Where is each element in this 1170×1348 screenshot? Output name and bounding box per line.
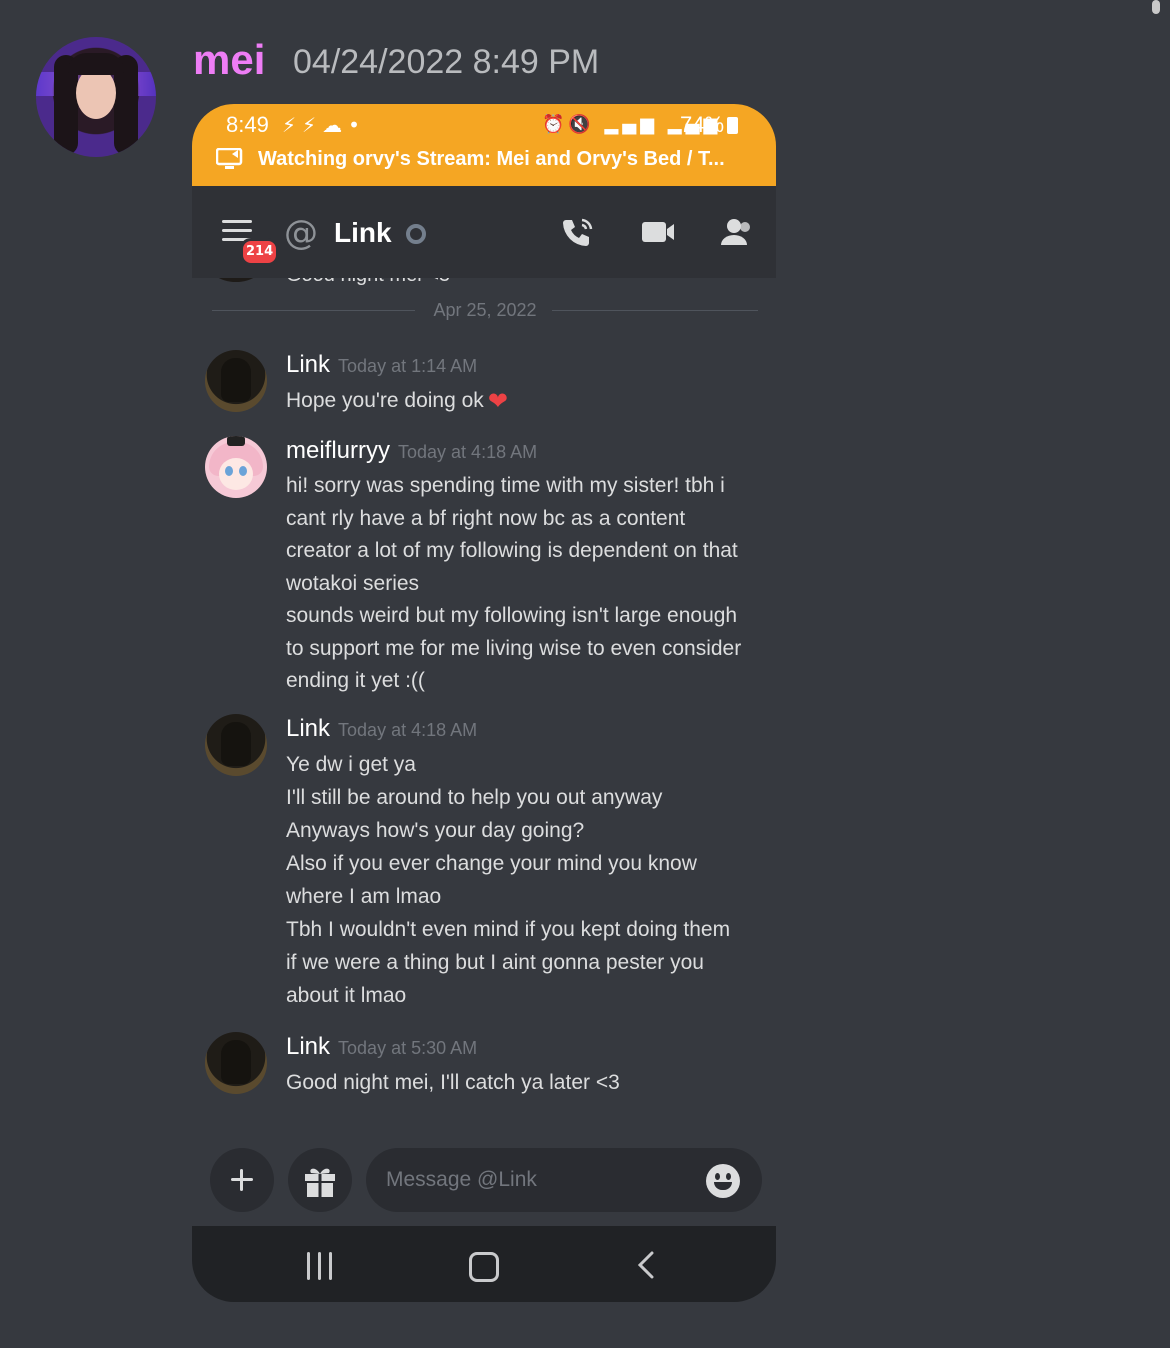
message-timestamp: Today at 5:30 AM (338, 1038, 478, 1058)
cutoff-message: Good night mei <3 (286, 278, 450, 290)
heart-icon: ❤ (487, 388, 508, 415)
page-scrollbar[interactable] (1152, 0, 1160, 14)
date-divider-label: Apr 25, 2022 (433, 300, 537, 320)
message-text: Tbh I wouldn't even mind if you kept doi… (286, 918, 731, 941)
message-text: Ye dw i get ya (286, 753, 416, 776)
phone-call-icon[interactable] (560, 216, 596, 248)
post-author-avatar[interactable] (36, 37, 156, 157)
message-text: hi! sorry was spending time with my sist… (286, 474, 725, 497)
dm-recipient-name[interactable]: Link (334, 214, 392, 252)
message-author[interactable]: Link (286, 351, 330, 378)
stream-notification-text[interactable]: Watching orvy's Stream: Mei and Orvy's B… (258, 144, 758, 174)
message-composer (192, 1140, 776, 1226)
video-camera-icon[interactable] (640, 216, 676, 248)
at-icon: @ (284, 213, 318, 253)
message-text: if we were a thing but I aint gonna pest… (286, 951, 704, 974)
message-timestamp: Today at 4:18 AM (398, 442, 538, 462)
avatar[interactable] (206, 278, 266, 282)
message[interactable]: Link Today at 4:18 AM Ye dw i get ya I'll… (192, 712, 776, 1012)
avatar[interactable] (205, 350, 267, 412)
avatar[interactable] (205, 436, 267, 498)
message[interactable]: meiflurryy Today at 4:18 AM hi! sorry was… (192, 434, 776, 704)
message-timestamp: Today at 4:18 AM (338, 720, 478, 740)
dm-header: 214 @ Link (192, 186, 776, 278)
battery-icon (727, 117, 739, 134)
post-timestamp: 04/24/2022 8:49 PM (293, 43, 600, 81)
message-input[interactable] (366, 1148, 762, 1212)
unread-badge: 214 (240, 238, 280, 266)
emoji-icon[interactable] (706, 1164, 740, 1198)
screen-share-icon (216, 148, 243, 169)
status-time: 8:49 (226, 112, 269, 137)
avatar[interactable] (205, 714, 267, 776)
message-text: about it lmao (286, 984, 407, 1007)
message[interactable]: Link Today at 1:14 AM Hope you're doing o… (192, 348, 776, 418)
android-nav-bar (192, 1226, 776, 1302)
offline-status-icon (406, 224, 426, 244)
message-list[interactable]: Good night mei <3 Apr 25, 2022 Link Today… (192, 278, 776, 1140)
add-attachment-button[interactable] (210, 1148, 274, 1212)
android-status-bar: 8:49 ⚡⚡☁• ⏰🔇 ▂▄▆ ▂▄▆ 74% Watching orvy's… (192, 104, 776, 186)
post-author-name[interactable]: mei (193, 34, 265, 86)
back-icon[interactable] (632, 1250, 662, 1280)
notification-icons: ⚡⚡☁• (282, 113, 366, 137)
message-text: wotakoi series (286, 571, 420, 595)
date-divider: Apr 25, 2022 (212, 298, 758, 322)
avatar[interactable] (205, 1032, 267, 1094)
gift-icon (305, 1168, 335, 1197)
recent-apps-icon[interactable] (307, 1252, 333, 1280)
home-icon[interactable] (469, 1252, 499, 1282)
message-text: cant rly have a bf right now bc as a con… (286, 506, 686, 530)
message-text: sounds weird but my following isn't larg… (286, 604, 738, 627)
message-text: Good night mei, I'll catch ya later <3 (286, 1071, 620, 1094)
message[interactable]: Link Today at 5:30 AM Good night mei, I'l… (192, 1030, 776, 1102)
message-text: Also if you ever change your mind you kn… (286, 852, 697, 875)
battery-percent: 74% (680, 112, 725, 137)
message-text: to support me for me living wise to even… (286, 636, 742, 660)
message-author[interactable]: Link (286, 715, 330, 742)
battery-indicator: 74% (680, 110, 739, 140)
message-timestamp: Today at 1:14 AM (338, 356, 478, 376)
member-list-icon[interactable] (718, 216, 754, 248)
message-author[interactable]: meiflurryy (286, 437, 390, 464)
message-author[interactable]: Link (286, 1033, 330, 1060)
gift-button[interactable] (288, 1148, 352, 1212)
message-text: ending it yet :(( (286, 669, 425, 692)
phone-screenshot: 8:49 ⚡⚡☁• ⏰🔇 ▂▄▆ ▂▄▆ 74% Watching orvy's… (192, 104, 776, 1302)
message-text: Hope you're doing ok ❤ (286, 384, 766, 419)
message-text: Anyways how's your day going? (286, 819, 585, 842)
message-text: I'll still be around to help you out any… (286, 786, 663, 809)
message-text: where I am lmao (286, 885, 442, 908)
message-text: creator a lot of my following is depende… (286, 539, 738, 562)
